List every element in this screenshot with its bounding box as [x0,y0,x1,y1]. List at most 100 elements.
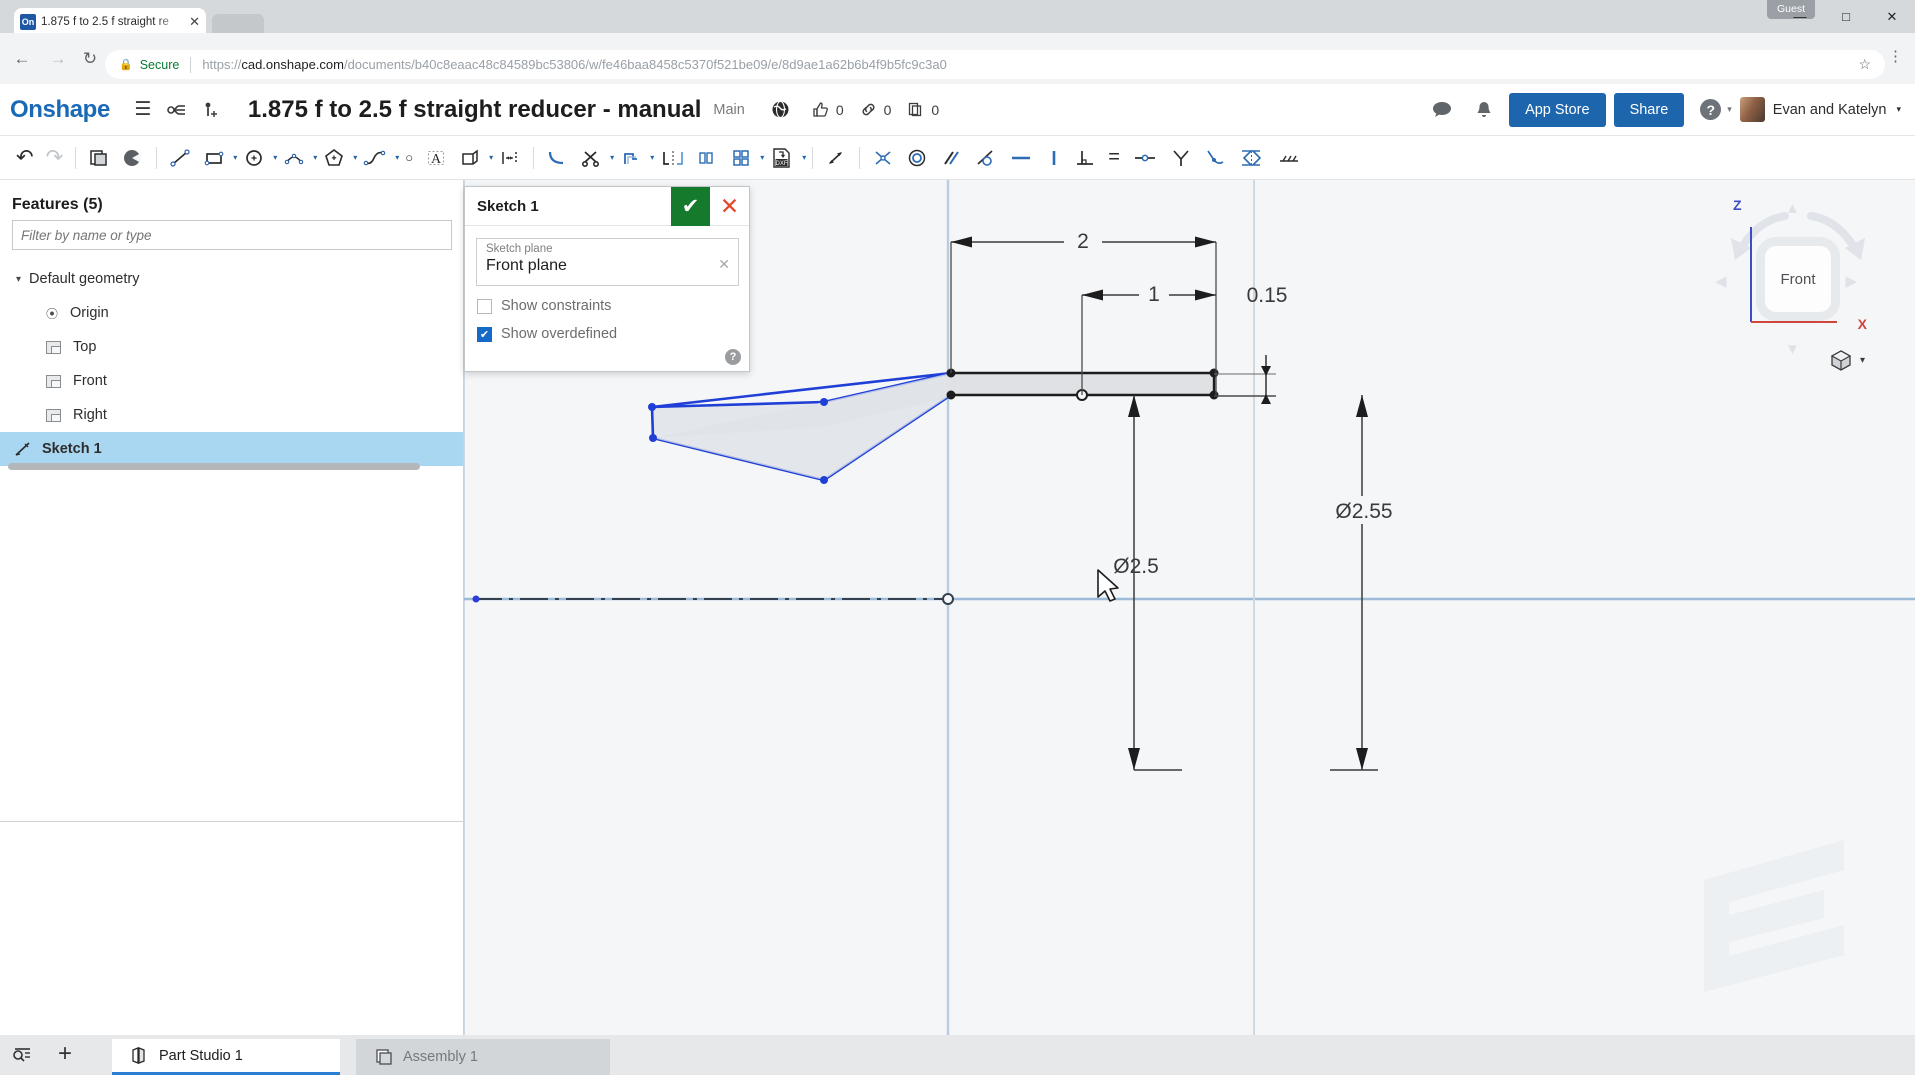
dimension-tool-icon[interactable] [493,136,527,180]
view-cube-arrow-right[interactable]: ▶ [1845,272,1857,290]
tree-item-front[interactable]: Front [0,364,463,398]
offset-tool-icon[interactable] [614,136,648,180]
view-cube-arrow-left[interactable]: ◀ [1715,272,1727,290]
chevron-down-icon[interactable]: ▾ [802,153,806,162]
parallel-constraint-icon[interactable] [934,136,968,180]
linear-pattern-icon[interactable] [692,136,724,180]
view-cube-arrow-down[interactable]: ▼ [1785,341,1800,358]
copies-stat[interactable]: 0 [906,100,939,119]
avatar[interactable] [1739,97,1765,122]
show-constraints-checkbox[interactable] [477,298,492,314]
visibility-stat[interactable] [771,100,796,119]
measure-icon[interactable] [819,136,853,180]
curvature-constraint-icon[interactable] [1198,136,1232,180]
reload-icon[interactable]: ↻ [76,45,104,73]
bottom-tab-part-studio-1[interactable]: Part Studio 1 [112,1039,340,1075]
tree-item-origin[interactable]: ⦿ Origin [0,296,463,330]
mirror-svg [663,150,684,165]
tangent-constraint-icon[interactable] [968,136,1002,180]
notifications-bell-icon[interactable] [1467,93,1501,127]
horizontal-constraint-icon[interactable] [1002,136,1040,180]
minimize-icon[interactable]: — [1777,0,1823,33]
undo-icon[interactable]: ↶ [10,136,40,180]
window-close-icon[interactable]: ✕ [1869,0,1915,33]
equal-constraint-icon[interactable]: = [1102,136,1126,180]
browser-menu-icon[interactable]: ⋮ [1888,47,1903,65]
sketch-plane-field[interactable]: Sketch plane Front plane ✕ [476,238,739,286]
onshape-logo[interactable]: Onshape [10,96,110,124]
chevron-down-icon[interactable]: ▾ [16,274,21,285]
maximize-icon[interactable]: □ [1823,0,1869,33]
links-stat[interactable]: 0 [859,100,891,119]
symmetric-constraint-icon[interactable] [1164,136,1198,180]
app-store-button[interactable]: App Store [1509,92,1606,127]
rectangle-tool-icon[interactable] [197,136,231,180]
vertical-constraint-icon[interactable] [1040,136,1068,180]
show-constraints-row[interactable]: Show constraints [477,298,749,314]
address-bar[interactable]: 🔒 Secure https://cad.onshape.com/documen… [105,50,1885,79]
midpoint-constraint-icon[interactable] [1126,136,1164,180]
clear-icon[interactable]: ✕ [718,256,730,273]
dimension-large-diameter[interactable]: Ø2.55 [1335,500,1392,523]
insert-feature-icon[interactable] [194,93,228,127]
show-overdefined-row[interactable]: ✔ Show overdefined [477,326,749,342]
tree-item-top[interactable]: Top [0,330,463,364]
confirm-button[interactable]: ✔ [671,186,710,226]
mirror-tool-icon[interactable] [654,136,692,180]
chevron-down-icon[interactable]: ▾ [1860,355,1865,366]
help-menu[interactable]: ? ▾ [1700,99,1732,120]
close-icon[interactable]: ✕ [189,15,200,28]
share-button[interactable]: Share [1613,92,1685,127]
use-projection-icon[interactable] [453,136,487,180]
tree-item-sketch-1[interactable]: Sketch 1 [0,432,463,466]
version-graph-icon[interactable] [160,93,194,127]
perpendicular-constraint-icon[interactable] [1068,136,1102,180]
horizontal-scrollbar[interactable] [8,463,420,470]
concentric-constraint-icon[interactable] [900,136,934,180]
bookmark-star-icon[interactable]: ☆ [1858,56,1871,73]
line-tool-icon[interactable] [163,136,197,180]
back-icon[interactable]: ← [8,45,36,73]
dimension-step-length[interactable]: 1 [1148,283,1160,306]
help-icon[interactable]: ? [725,349,741,365]
user-chevron-down-icon[interactable]: ▾ [1896,104,1901,115]
import-dxf-icon[interactable]: DXF [764,136,800,180]
bottom-tab-assembly-1[interactable]: Assembly 1 [356,1039,610,1075]
branch-label[interactable]: Main [713,102,744,118]
likes-stat[interactable]: 0 [811,100,844,119]
grid-pattern-icon[interactable] [724,136,758,180]
view-cube-face[interactable]: Front [1765,246,1831,312]
tab-manager-icon[interactable] [10,1044,36,1066]
view-cube[interactable]: ▲ ▼ ◀ ▶ Front Z X ▾ [1713,194,1873,374]
dimension-small-diameter[interactable]: Ø2.5 [1113,555,1159,578]
comment-icon[interactable] [1425,93,1459,127]
add-tab-button[interactable]: + [58,1042,72,1066]
new-sketch-icon[interactable] [82,136,116,180]
cancel-button[interactable]: ✕ [710,187,749,226]
spline-tool-icon[interactable] [357,136,393,180]
browser-tab[interactable]: On 1.875 f to 2.5 f straight re ✕ [14,8,206,35]
point-tool-icon[interactable]: ○ [399,136,419,180]
trim-tool-icon[interactable] [574,136,608,180]
filter-input[interactable] [12,220,452,250]
coincident-constraint-icon[interactable] [866,136,900,180]
polygon-tool-icon[interactable] [317,136,351,180]
hamburger-menu-icon[interactable]: ☰ [126,93,160,127]
section-view-icon[interactable] [116,136,150,180]
view-mode-selector[interactable]: ▾ [1829,348,1865,372]
arc-tool-icon[interactable] [277,136,311,180]
tree-item-right[interactable]: Right [0,398,463,432]
view-cube-arrow-up[interactable]: ▲ [1785,200,1800,217]
new-tab-button[interactable] [212,14,264,33]
user-name-label[interactable]: Evan and Katelyn [1773,102,1887,118]
dimension-wall-offset[interactable]: 0.15 [1247,284,1288,307]
circle-tool-icon[interactable] [237,136,271,180]
tree-group-default-geometry[interactable]: ▾ Default geometry [0,262,463,296]
fillet-tool-icon[interactable] [540,136,574,180]
document-title[interactable]: 1.875 f to 2.5 f straight reducer - manu… [248,96,701,124]
show-overdefined-checkbox[interactable]: ✔ [477,326,492,342]
construction-icon[interactable] [1270,136,1308,180]
dimension-overall-length[interactable]: 2 [1077,230,1089,253]
normal-constraint-icon[interactable] [1232,136,1270,180]
text-tool-icon[interactable]: A [419,136,453,180]
